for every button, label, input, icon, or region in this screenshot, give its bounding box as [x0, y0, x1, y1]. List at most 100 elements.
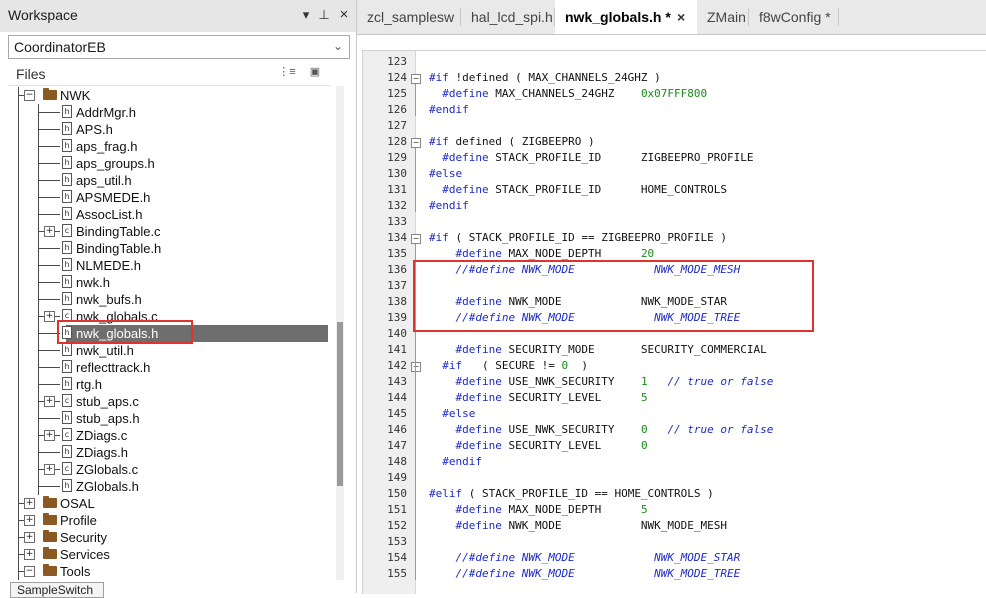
- expand-icon[interactable]: +: [44, 396, 55, 407]
- expand-icon[interactable]: +: [24, 549, 35, 560]
- tree-line: [18, 223, 19, 240]
- tree-item-label: nwk_globals.h: [76, 326, 159, 341]
- close-tab-icon[interactable]: ×: [677, 0, 685, 34]
- editor-tab[interactable]: ZMain: [697, 0, 749, 34]
- code-line[interactable]: #define SECURITY_LEVEL 0: [429, 439, 647, 452]
- tree-file[interactable]: h aps_groups.h: [8, 155, 328, 172]
- editor-tab[interactable]: hal_lcd_spi.h: [461, 0, 555, 34]
- expand-icon[interactable]: +: [24, 515, 35, 526]
- collapse-icon[interactable]: −: [24, 566, 35, 577]
- code-line[interactable]: #endif: [429, 103, 469, 116]
- line-number: 126: [387, 103, 407, 116]
- code-line[interactable]: #endif: [429, 455, 482, 468]
- tree-file[interactable]: h AssocList.h: [8, 206, 328, 223]
- tree-file[interactable]: h NLMEDE.h: [8, 257, 328, 274]
- fold-icon[interactable]: −: [411, 362, 421, 372]
- code-line[interactable]: #define SECURITY_MODE SECURITY_COMMERCIA…: [429, 343, 766, 356]
- folder-icon: [43, 513, 57, 525]
- code-line[interactable]: //#define NWK_MODE NWK_MODE_MESH: [429, 263, 740, 276]
- code-line[interactable]: //#define NWK_MODE NWK_MODE_TREE: [429, 311, 740, 324]
- collapse-icon[interactable]: −: [24, 90, 35, 101]
- code-line[interactable]: #endif: [429, 199, 469, 212]
- tree-file[interactable]: + c nwk_globals.c: [8, 308, 328, 325]
- tree-file[interactable]: h nwk_util.h: [8, 342, 328, 359]
- tree-line: [38, 112, 60, 113]
- tree-file[interactable]: h nwk.h: [8, 274, 328, 291]
- close-icon[interactable]: ×: [336, 6, 352, 24]
- tree-file[interactable]: + c BindingTable.c: [8, 223, 328, 240]
- tree-folder-osal[interactable]: + OSAL: [8, 495, 328, 512]
- tree-line: [38, 282, 60, 283]
- code-line[interactable]: #if !defined ( MAX_CHANNELS_24GHZ ): [429, 71, 661, 84]
- editor-tab[interactable]: zcl_samplesw: [357, 0, 461, 34]
- code-line[interactable]: #if ( STACK_PROFILE_ID == ZIGBEEPRO_PROF…: [429, 231, 727, 244]
- tree-file[interactable]: h aps_util.h: [8, 172, 328, 189]
- expand-icon[interactable]: +: [24, 532, 35, 543]
- tree-folder-tools[interactable]: − Tools: [8, 563, 328, 580]
- tree-line: [18, 359, 19, 376]
- tree-folder-services[interactable]: + Services: [8, 546, 328, 563]
- code-line[interactable]: #define MAX_NODE_DEPTH 5: [429, 503, 647, 516]
- code-line[interactable]: #else: [429, 167, 462, 180]
- code-line[interactable]: #define MAX_CHANNELS_24GHZ 0x07FFF800: [429, 87, 707, 100]
- fold-icon[interactable]: −: [411, 74, 421, 84]
- tree-file[interactable]: h aps_frag.h: [8, 138, 328, 155]
- tree-file[interactable]: h BindingTable.h: [8, 240, 328, 257]
- tree-file[interactable]: h APS.h: [8, 121, 328, 138]
- expand-icon[interactable]: +: [24, 498, 35, 509]
- tree-file[interactable]: h APSMEDE.h: [8, 189, 328, 206]
- tree-scrollbar[interactable]: [336, 86, 344, 580]
- code-line[interactable]: #define STACK_PROFILE_ID ZIGBEEPRO_PROFI…: [429, 151, 753, 164]
- code-line[interactable]: #define MAX_NODE_DEPTH 20: [429, 247, 654, 260]
- tree-item-label: stub_aps.h: [76, 411, 140, 426]
- code-line[interactable]: #else: [429, 407, 475, 420]
- tree-line: [18, 308, 19, 325]
- options-icon[interactable]: ⋮≡: [278, 65, 296, 78]
- code-line[interactable]: #if ( SECURE != 0 ): [429, 359, 588, 372]
- code-line[interactable]: #elif ( STACK_PROFILE_ID == HOME_CONTROL…: [429, 487, 714, 500]
- fold-icon[interactable]: −: [411, 234, 421, 244]
- tree-file[interactable]: h rtg.h: [8, 376, 328, 393]
- code-token: #endif: [429, 455, 482, 468]
- tree-file[interactable]: h nwk_bufs.h: [8, 291, 328, 308]
- tree-file[interactable]: + c ZDiags.c: [8, 427, 328, 444]
- workspace-bottom-tab[interactable]: SampleSwitch: [10, 582, 104, 598]
- tree-line: [18, 461, 19, 478]
- tree-folder-security[interactable]: + Security: [8, 529, 328, 546]
- code-line[interactable]: #define USE_NWK_SECURITY 1 // true or fa…: [429, 375, 773, 388]
- tree-file[interactable]: + c stub_aps.c: [8, 393, 328, 410]
- code-line[interactable]: #define SECURITY_LEVEL 5: [429, 391, 647, 404]
- expand-icon[interactable]: +: [44, 464, 55, 475]
- tree-folder-nwk[interactable]: − NWK: [8, 87, 328, 104]
- expand-icon[interactable]: +: [44, 430, 55, 441]
- build-status-icon[interactable]: ▣: [306, 65, 324, 78]
- tree-file[interactable]: h reflecttrack.h: [8, 359, 328, 376]
- fold-icon[interactable]: −: [411, 138, 421, 148]
- code-editor[interactable]: 123 124−125 126 127 128−129 130 131 132 133 134−1…: [362, 50, 986, 594]
- editor-tab-label: nwk_globals.h *: [565, 9, 671, 25]
- tree-file[interactable]: + c ZGlobals.c: [8, 461, 328, 478]
- tree-file[interactable]: h nwk_globals.h: [8, 325, 328, 342]
- editor-tab[interactable]: f8wConfig *: [749, 0, 839, 34]
- expand-icon[interactable]: +: [44, 226, 55, 237]
- line-number: 145: [387, 407, 407, 420]
- code-line[interactable]: #if defined ( ZIGBEEPRO ): [429, 135, 595, 148]
- tree-file[interactable]: h AddrMgr.h: [8, 104, 328, 121]
- tree-scrollbar-thumb[interactable]: [337, 322, 343, 486]
- code-line[interactable]: #define STACK_PROFILE_ID HOME_CONTROLS: [429, 183, 727, 196]
- configuration-select[interactable]: CoordinatorEB ⌄: [8, 35, 350, 59]
- pin-icon[interactable]: ⊥: [316, 6, 332, 24]
- editor-tab[interactable]: nwk_globals.h * ×: [555, 0, 697, 34]
- tree-item-label: Security: [60, 530, 107, 545]
- code-line[interactable]: //#define NWK_MODE NWK_MODE_TREE: [429, 567, 740, 580]
- code-line[interactable]: #define NWK_MODE NWK_MODE_STAR: [429, 295, 727, 308]
- dropdown-icon[interactable]: ▾: [298, 6, 314, 24]
- code-line[interactable]: //#define NWK_MODE NWK_MODE_STAR: [429, 551, 740, 564]
- expand-icon[interactable]: +: [44, 311, 55, 322]
- code-line[interactable]: #define USE_NWK_SECURITY 0 // true or fa…: [429, 423, 773, 436]
- code-line[interactable]: #define NWK_MODE NWK_MODE_MESH: [429, 519, 727, 532]
- tree-file[interactable]: h ZGlobals.h: [8, 478, 328, 495]
- tree-folder-profile[interactable]: + Profile: [8, 512, 328, 529]
- tree-file[interactable]: h stub_aps.h: [8, 410, 328, 427]
- tree-file[interactable]: h ZDiags.h: [8, 444, 328, 461]
